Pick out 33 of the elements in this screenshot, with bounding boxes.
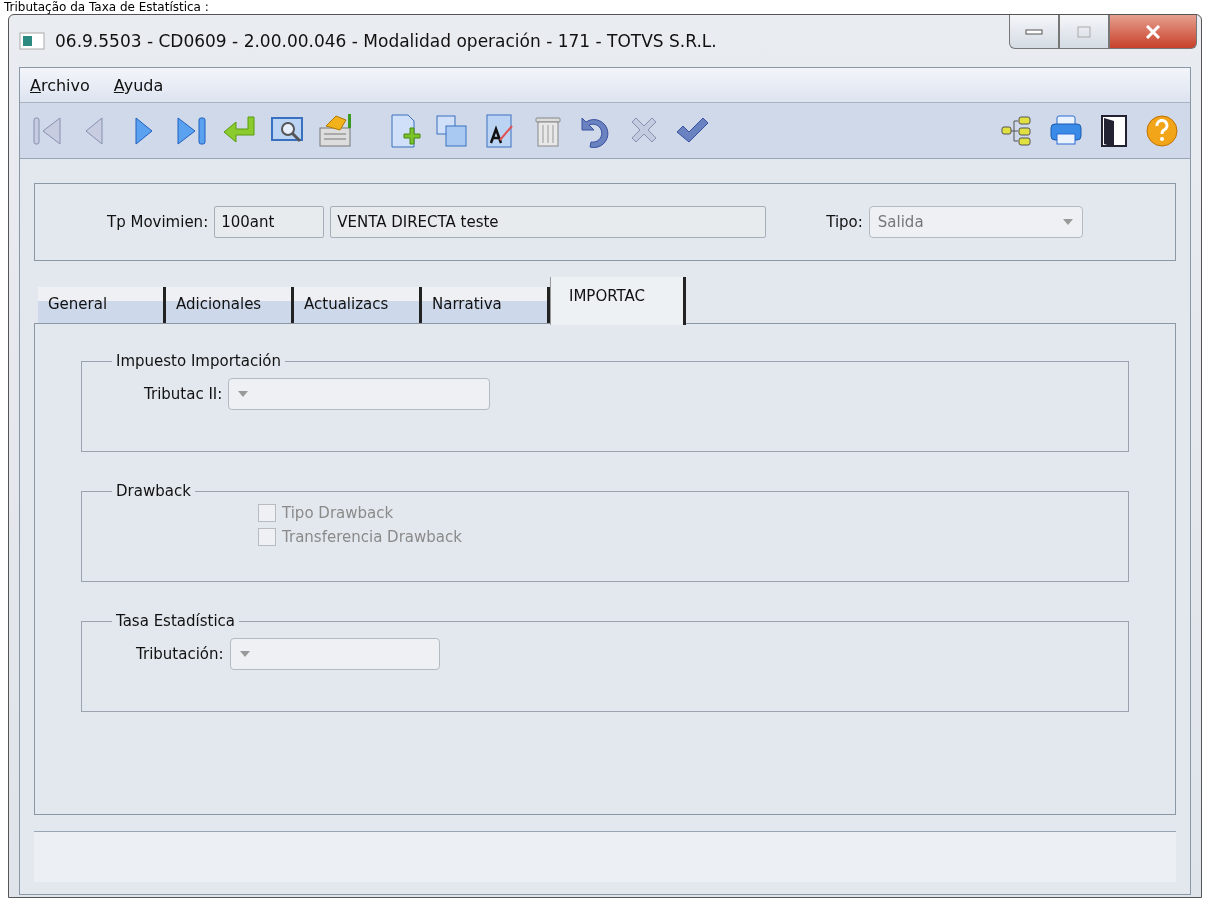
- close-icon: [1145, 24, 1161, 39]
- tab[interactable]: General: [38, 287, 166, 323]
- tab[interactable]: Adicionales: [166, 287, 294, 323]
- minimize-icon: [1025, 28, 1043, 35]
- field-label: Tributac II:: [144, 385, 223, 403]
- dropdown-caret-icon: [1061, 218, 1074, 226]
- dropdown-caret-icon: [237, 390, 250, 398]
- tab[interactable]: IMPORTAC: [550, 277, 686, 325]
- group-title: Impuesto Importación: [115, 352, 282, 370]
- checkbox-label: Tipo Drawback: [282, 504, 394, 522]
- window-title: 06.9.5503 - CD0609 - 2.00.00.046 - Modalidad operación - 171 - TOTVS S.R.L.: [55, 31, 718, 51]
- field-label: Tp Movimien:: [107, 213, 209, 231]
- maximize-icon: [1077, 25, 1091, 38]
- dropdown-field[interactable]: [229, 638, 440, 670]
- caption-text: Tributação da Taxa de Estatística :: [4, 0, 209, 14]
- type-select[interactable]: Salida: [868, 206, 1083, 238]
- close-button[interactable]: [1109, 15, 1197, 49]
- tab[interactable]: Narrativa: [422, 287, 550, 323]
- checkbox-label: Transferencia Drawback: [282, 528, 462, 546]
- field-label: Tributación:: [136, 645, 224, 663]
- maximize-button[interactable]: [1059, 15, 1109, 49]
- field-label: Tipo:: [826, 213, 863, 231]
- menu-item[interactable]: Ayuda: [113, 75, 164, 95]
- dropdown-field[interactable]: [228, 378, 491, 410]
- movement-description-field[interactable]: VENTA DIRECTA teste: [330, 206, 767, 238]
- group-title: Tasa Estadística: [115, 612, 236, 630]
- dropdown-caret-icon: [238, 650, 251, 658]
- menu-item[interactable]: Archivo: [30, 75, 90, 95]
- movement-code-field[interactable]: 100ant: [214, 206, 325, 238]
- minimize-button[interactable]: [1009, 15, 1059, 49]
- window-app-icon: [19, 31, 45, 51]
- group-title: Drawback: [115, 482, 192, 500]
- tab[interactable]: Actualizacs: [294, 287, 422, 323]
